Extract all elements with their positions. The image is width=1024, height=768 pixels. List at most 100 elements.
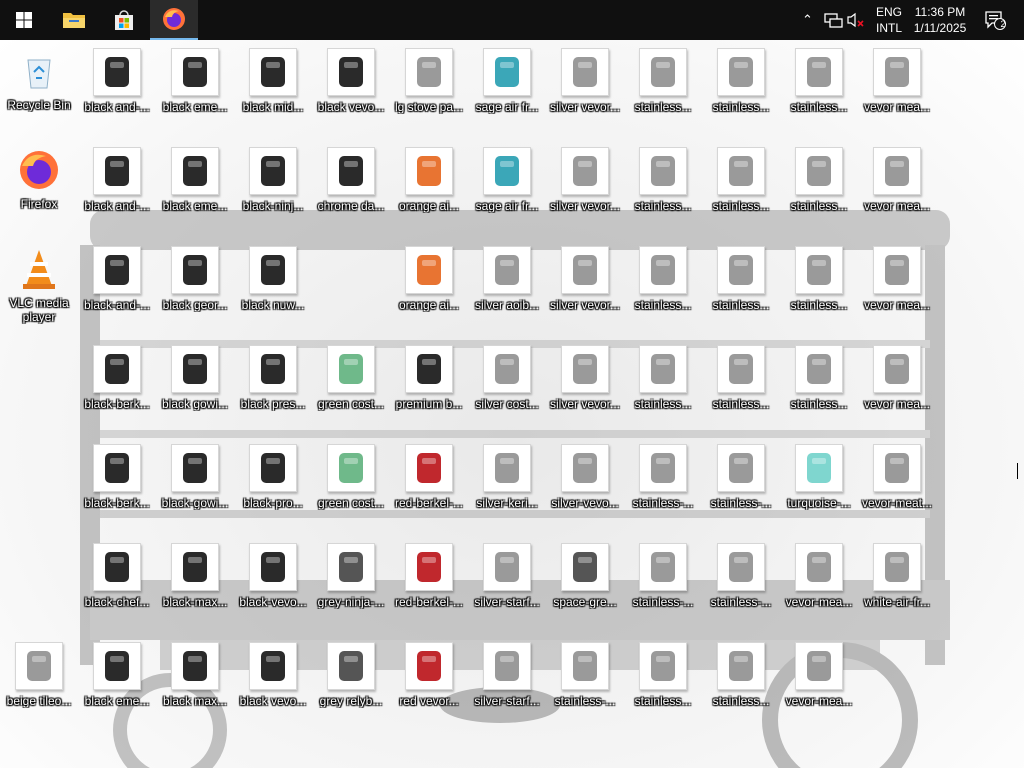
desktop-icon[interactable]: vevor-mea...	[780, 638, 858, 734]
desktop-icon[interactable]: black-vevo...	[234, 539, 312, 635]
desktop-icon[interactable]: vevor-meat...	[858, 440, 936, 536]
desktop-icon[interactable]: black-berk...	[78, 440, 156, 536]
desktop-icon[interactable]: beige tileo...	[0, 638, 78, 734]
desktop-icon-label: stainless-...	[632, 496, 694, 510]
desktop-icon[interactable]: Recycle Bin	[0, 44, 78, 140]
desktop-icon[interactable]: white-air-fr...	[858, 539, 936, 635]
desktop-icon[interactable]: stainless...	[702, 638, 780, 734]
desktop-icon[interactable]: silver vevor...	[546, 44, 624, 140]
desktop-icon[interactable]: sage air fr...	[468, 143, 546, 239]
desktop-icon[interactable]: stainless...	[780, 143, 858, 239]
image-thumbnail-icon	[873, 543, 921, 591]
desktop-icon[interactable]: sage air fr...	[468, 44, 546, 140]
desktop-icon[interactable]: black geor...	[156, 242, 234, 338]
desktop-icon[interactable]: silver vevor...	[546, 143, 624, 239]
taskbar-file-explorer[interactable]	[50, 0, 98, 40]
desktop-icon[interactable]: grey relyb...	[312, 638, 390, 734]
desktop-icon[interactable]: stainless...	[624, 242, 702, 338]
desktop-icon[interactable]: stainless...	[702, 242, 780, 338]
desktop-icon[interactable]: chrome da...	[312, 143, 390, 239]
chevron-up-icon[interactable]: ⌃	[802, 12, 820, 28]
desktop-icon[interactable]: stainless...	[780, 44, 858, 140]
taskbar-firefox[interactable]	[150, 0, 198, 40]
desktop-icon[interactable]: stainless-...	[624, 440, 702, 536]
desktop-icon[interactable]: stainless...	[780, 242, 858, 338]
image-thumbnail-icon	[327, 444, 375, 492]
desktop-icon[interactable]: stainless-...	[702, 440, 780, 536]
desktop-icon[interactable]: silver-vevo...	[546, 440, 624, 536]
desktop-icon[interactable]: stainless...	[702, 143, 780, 239]
desktop-icon[interactable]: black-berk...	[78, 341, 156, 437]
desktop-icon[interactable]: black vevo...	[312, 44, 390, 140]
desktop-icon[interactable]: lg stove pa...	[390, 44, 468, 140]
clock[interactable]: 11:36 PM 1/11/2025	[910, 0, 970, 40]
image-thumbnail-icon	[561, 642, 609, 690]
desktop-icon[interactable]: black-pro...	[234, 440, 312, 536]
desktop-icon[interactable]: silver vevor...	[546, 341, 624, 437]
image-thumbnail-icon	[639, 147, 687, 195]
desktop-icon[interactable]: premium b...	[390, 341, 468, 437]
desktop-icon[interactable]: Firefox	[0, 143, 78, 239]
desktop-icon[interactable]: stainless-...	[624, 539, 702, 635]
desktop-icon[interactable]: stainless...	[624, 341, 702, 437]
desktop-icon[interactable]: vevor mea...	[858, 143, 936, 239]
desktop-icon[interactable]: stainless...	[624, 143, 702, 239]
desktop-icon[interactable]: black nuw...	[234, 242, 312, 338]
desktop-icon[interactable]: black eme...	[156, 44, 234, 140]
desktop-icon[interactable]: VLC media player	[0, 242, 78, 338]
start-button[interactable]	[0, 0, 48, 40]
desktop-icon[interactable]: black-chef...	[78, 539, 156, 635]
image-thumbnail-icon	[483, 543, 531, 591]
desktop-icon[interactable]: space-gre...	[546, 539, 624, 635]
desktop-icon[interactable]: black and-...	[78, 143, 156, 239]
volume-muted-icon[interactable]	[846, 12, 866, 28]
desktop-icon[interactable]: black-ninj...	[234, 143, 312, 239]
desktop-icon[interactable]: stainless...	[624, 44, 702, 140]
desktop-icon[interactable]: black and-...	[78, 44, 156, 140]
desktop-icon[interactable]: stainless-...	[546, 638, 624, 734]
action-center-button[interactable]: 2	[978, 0, 1012, 40]
network-icon[interactable]	[824, 12, 844, 28]
desktop-icon-label: stainless...	[634, 397, 692, 411]
taskbar-microsoft-store[interactable]	[100, 0, 148, 40]
desktop-icon[interactable]: vevor mea...	[858, 44, 936, 140]
desktop-icon[interactable]: black gowi...	[156, 341, 234, 437]
desktop-icon[interactable]: silver-keri...	[468, 440, 546, 536]
desktop-icon[interactable]: orange ai...	[390, 242, 468, 338]
desktop-icon[interactable]: black vevo...	[234, 638, 312, 734]
desktop-icon[interactable]: orange ai...	[390, 143, 468, 239]
firefox-icon	[163, 8, 185, 30]
desktop-icon[interactable]: red-berkel-...	[390, 539, 468, 635]
image-thumbnail-icon	[405, 147, 453, 195]
desktop-icon[interactable]: stainless...	[624, 638, 702, 734]
desktop-icon[interactable]: silver vevor...	[546, 242, 624, 338]
desktop-icon[interactable]: black-gowi...	[156, 440, 234, 536]
desktop[interactable]: Recycle Bin Firefox VLC media player beige …	[0, 40, 1024, 768]
desktop-icon[interactable]: vevor mea...	[858, 341, 936, 437]
desktop-icon[interactable]: black eme...	[156, 143, 234, 239]
desktop-icon[interactable]: stainless...	[702, 44, 780, 140]
desktop-icon[interactable]: black max...	[156, 638, 234, 734]
desktop-icon[interactable]: vevor-mea...	[780, 539, 858, 635]
language-indicator[interactable]: ENG INTL	[870, 0, 908, 40]
desktop-icon[interactable]: stainless...	[780, 341, 858, 437]
desktop-icon[interactable]: stainless...	[702, 341, 780, 437]
desktop-icon[interactable]: red vevor...	[390, 638, 468, 734]
desktop-icon[interactable]: grey-ninja-...	[312, 539, 390, 635]
desktop-icon[interactable]: black-max...	[156, 539, 234, 635]
desktop-icon[interactable]: turquoise-...	[780, 440, 858, 536]
desktop-icon[interactable]: red-berkel-...	[390, 440, 468, 536]
desktop-icon[interactable]: silver-starf...	[468, 539, 546, 635]
desktop-icon[interactable]: green cost...	[312, 341, 390, 437]
desktop-icon[interactable]: black mid...	[234, 44, 312, 140]
image-thumbnail-icon	[171, 642, 219, 690]
desktop-icon[interactable]: green cost...	[312, 440, 390, 536]
desktop-icon[interactable]: vevor mea...	[858, 242, 936, 338]
desktop-icon[interactable]: silver cost...	[468, 341, 546, 437]
desktop-icon[interactable]: black eme...	[78, 638, 156, 734]
desktop-icon[interactable]: silver aoib...	[468, 242, 546, 338]
desktop-icon[interactable]: black pres...	[234, 341, 312, 437]
desktop-icon[interactable]: silver-starf...	[468, 638, 546, 734]
desktop-icon[interactable]: black-and-...	[78, 242, 156, 338]
desktop-icon[interactable]: stainless-...	[702, 539, 780, 635]
